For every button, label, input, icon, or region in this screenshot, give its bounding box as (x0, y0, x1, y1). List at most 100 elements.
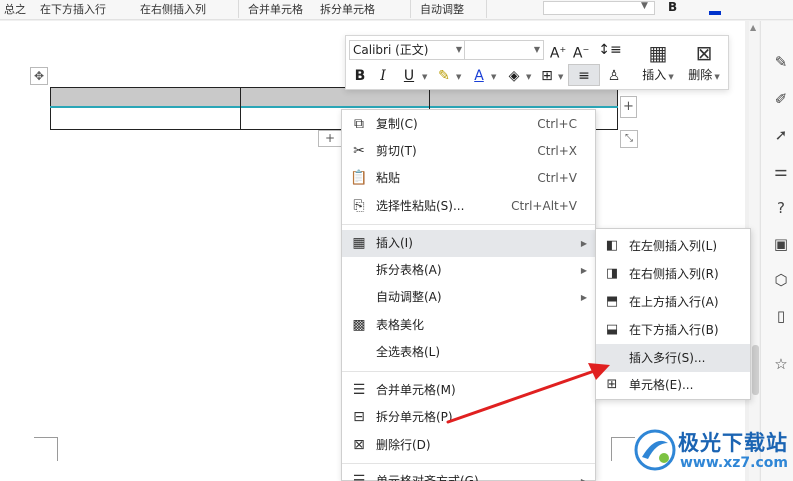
delete-row-icon: ⊠ (353, 437, 365, 453)
chevron-right-icon: ▶ (580, 239, 587, 248)
merge-cells-icon: ☰ (352, 382, 366, 398)
bold-icon[interactable]: B (349, 65, 371, 87)
watermark: 极光下载站 www.xz7.com (634, 427, 793, 481)
cell-align-icon: ☰ (352, 473, 366, 481)
highlight-icon[interactable]: ✎ (432, 65, 456, 87)
submenu-item-insert-row-below[interactable]: ⬓ 在下方插入行(B) (596, 316, 750, 344)
bold-icon[interactable]: B (668, 0, 677, 14)
line-spacing-icon[interactable]: ↕≡ (596, 39, 624, 61)
chevron-down-icon: ▼ (533, 45, 540, 54)
chevron-down-icon[interactable]: ▼ (422, 73, 427, 81)
scrollbar-thumb[interactable] (752, 345, 759, 395)
page-corner-mark (34, 437, 58, 461)
ribbon-font-size-box[interactable] (543, 1, 655, 15)
table-style-icon: ▩ (352, 317, 366, 333)
ribbon-insert-col-right[interactable]: 在右侧插入列 (140, 1, 206, 17)
settings-slider-icon[interactable]: ⚌ (770, 160, 792, 182)
menu-item-delete-row[interactable]: ⊠ 删除行(D) (342, 432, 595, 459)
brush-icon[interactable]: ✎ (770, 51, 792, 73)
submenu-item-insert-col-right[interactable]: ◨ 在右侧插入列(R) (596, 260, 750, 288)
increase-font-icon[interactable]: A+ (548, 39, 568, 62)
chevron-right-icon: ▶ (580, 293, 587, 302)
chevron-down-icon[interactable]: ▼ (526, 73, 531, 81)
decrease-font-icon[interactable]: A− (571, 39, 591, 62)
table-delete-icon: ⊠ (695, 41, 713, 65)
chevron-right-icon: ▶ (580, 266, 587, 275)
help-icon[interactable]: ? (770, 197, 792, 219)
insert-col-right-icon: ◨ (605, 266, 619, 281)
submenu-item-insert-col-left[interactable]: ◧ 在左侧插入列(L) (596, 232, 750, 260)
menu-item-auto-fit[interactable]: 自动调整(A) ▶ (342, 284, 595, 311)
chevron-down-icon[interactable]: ▼ (491, 73, 496, 81)
ribbon-merge-cells[interactable]: 合并单元格 (248, 1, 303, 17)
menu-item-cut[interactable]: ✂ 剪切(T) Ctrl+X (342, 138, 595, 165)
insert-button[interactable]: ▦ 插入 ▼ (636, 40, 680, 88)
ribbon-divider (410, 0, 411, 18)
font-size-select[interactable]: ▼ (464, 40, 544, 60)
cursor-icon[interactable]: ➚ (770, 124, 792, 146)
shape-icon[interactable]: ⬡ (770, 269, 792, 291)
format-painter-icon[interactable]: ♙ (604, 65, 624, 87)
chevron-down-icon[interactable]: ▼ (456, 73, 461, 81)
insert-row-above-icon: ⬒ (605, 294, 619, 309)
ribbon-insert-row-below[interactable]: 在下方插入行 (40, 1, 106, 17)
delete-button[interactable]: ⊠ 删除 ▼ (682, 40, 726, 88)
table-resize-icon[interactable]: ⤡ (620, 130, 638, 148)
ribbon-bar: 总之 在下方插入行 在右侧插入列 合并单元格 拆分单元格 自动调整 ▼ B (0, 0, 793, 20)
column-divider[interactable] (240, 87, 241, 130)
mini-toolbar: Calibri (正文) ▼ ▼ A+ A− ↕≡ B I U ▼ ✎ ▼ A … (345, 35, 729, 90)
right-sidebar: ✎ ✐ ➚ ⚌ ? ▣ ⬡ ▯ ☆ (760, 21, 793, 481)
ribbon-divider (486, 0, 487, 18)
align-icon[interactable]: ≡ (568, 64, 600, 86)
add-row-button[interactable]: + (318, 130, 342, 147)
image-icon[interactable]: ▣ (770, 233, 792, 255)
paste-icon: 📋 (350, 170, 368, 186)
chevron-down-icon: ▼ (455, 45, 462, 54)
table-move-handle-icon[interactable]: ✥ (30, 67, 48, 85)
watermark-logo-icon (634, 429, 676, 471)
insert-label: 插入 (642, 68, 667, 82)
ribbon-item[interactable]: 总之 (4, 1, 26, 17)
table-icon: ▦ (352, 235, 366, 251)
page-corner-mark (611, 437, 635, 461)
fill-color-icon[interactable]: ◈ (503, 65, 525, 87)
submenu-item-insert-row-above[interactable]: ⬒ 在上方插入行(A) (596, 288, 750, 316)
italic-icon[interactable]: I (373, 65, 393, 87)
annotation-arrow (446, 363, 610, 424)
menu-item-split-table[interactable]: 拆分表格(A) ▶ (342, 257, 595, 284)
ribbon-divider (238, 0, 239, 18)
star-folder-icon[interactable]: ☆ (770, 353, 792, 375)
menu-separator (342, 463, 595, 464)
chevron-right-icon: ▶ (581, 468, 587, 481)
table-row[interactable] (50, 87, 618, 107)
watermark-title: 极光下载站 (678, 431, 788, 455)
watermark-url: www.xz7.com (680, 455, 788, 471)
font-name-value: Calibri (正文) (353, 43, 429, 57)
menu-item-paste-special[interactable]: ⎘ 选择性粘贴(S)... Ctrl+Alt+V (342, 193, 595, 220)
menu-item-copy[interactable]: ⧉ 复制(C) Ctrl+C (342, 111, 595, 138)
borders-icon[interactable]: ⊞ (536, 65, 558, 87)
ribbon-auto-fit[interactable]: 自动调整 (420, 1, 464, 17)
pen-icon[interactable]: ✐ (770, 88, 792, 110)
delete-label: 删除 (688, 68, 713, 82)
underline-icon[interactable]: U (396, 65, 422, 87)
scroll-up-icon[interactable]: ▲ (750, 23, 756, 32)
menu-item-cell-alignment[interactable]: ☰ 单元格对齐方式(G) ▶ (342, 468, 595, 481)
menu-item-insert[interactable]: ▦ 插入(I) ▶ (342, 230, 595, 257)
font-color-icon[interactable] (708, 0, 722, 16)
scissors-icon: ✂ (353, 143, 365, 159)
chevron-down-icon[interactable]: ▼ (641, 1, 648, 11)
font-color-icon[interactable]: A (468, 65, 490, 87)
add-column-button[interactable]: + (620, 96, 637, 118)
font-name-select[interactable]: Calibri (正文) ▼ (349, 40, 466, 60)
menu-item-paste[interactable]: 📋 粘贴 Ctrl+V (342, 165, 595, 192)
ribbon-split-cells[interactable]: 拆分单元格 (320, 1, 375, 17)
book-icon[interactable]: ▯ (770, 305, 792, 327)
split-cells-icon: ⊟ (353, 409, 365, 425)
insert-row-below-icon: ⬓ (605, 322, 619, 337)
copy-icon: ⧉ (354, 116, 364, 132)
menu-item-table-style[interactable]: ▩ 表格美化 (342, 312, 595, 339)
chevron-down-icon[interactable]: ▼ (558, 73, 563, 81)
table-insert-icon: ▦ (648, 41, 668, 65)
menu-separator (342, 224, 595, 225)
